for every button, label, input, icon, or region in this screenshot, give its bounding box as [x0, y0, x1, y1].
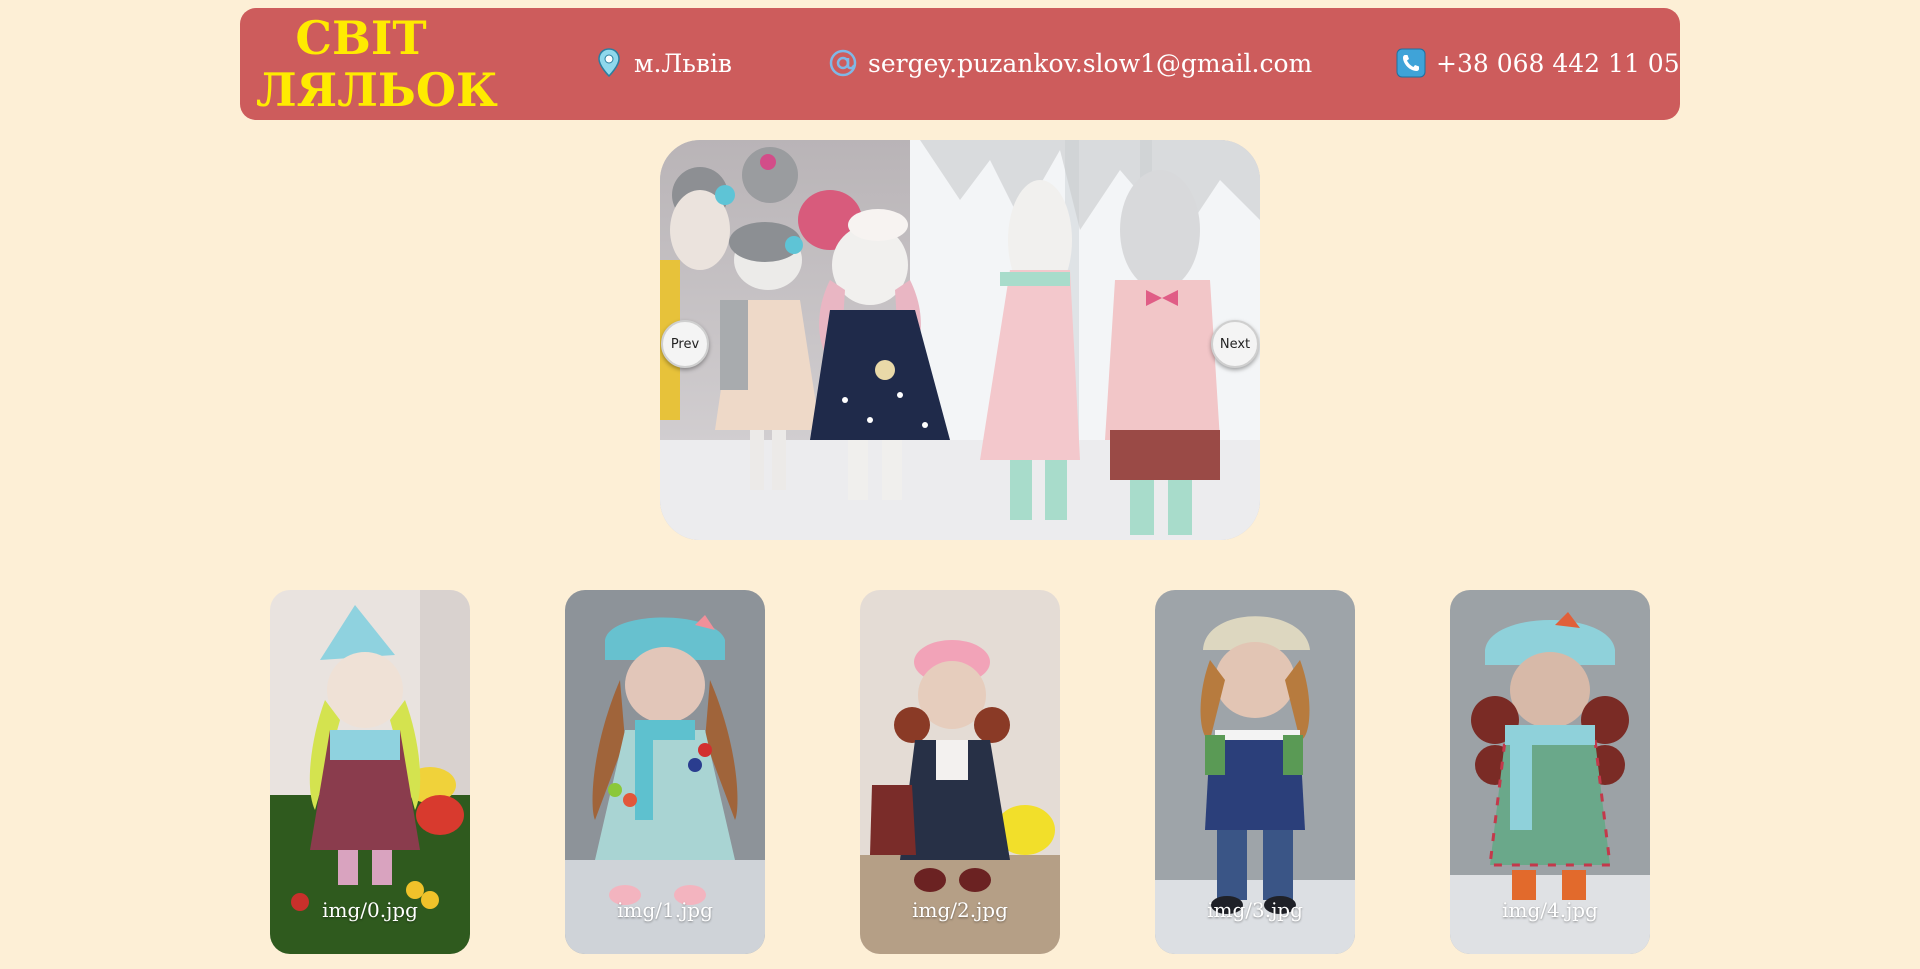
gallery-item-label: img/3.jpg: [1207, 898, 1303, 922]
gallery-item[interactable]: img/1.jpg: [565, 590, 765, 954]
gallery-thumbnails: img/0.jpg img/1.jpg img/2.jpg img/3.jpg …: [0, 590, 1920, 954]
gallery-item-label: img/4.jpg: [1502, 898, 1598, 922]
gallery-item[interactable]: img/2.jpg: [860, 590, 1060, 954]
contact-phone[interactable]: +38 068 442 11 05: [1396, 46, 1680, 80]
logo-line-1: СВІТ: [295, 11, 427, 65]
at-sign-icon: [828, 48, 858, 78]
email-text: sergey.puzankov.slow1@gmail.com: [868, 48, 1313, 78]
contact-email[interactable]: sergey.puzankov.slow1@gmail.com: [828, 46, 1312, 80]
phone-icon: [1396, 48, 1426, 78]
site-header: СВІТ ЛЯЛЬОК м.Львів sergey.puzankov.slow…: [240, 8, 1680, 120]
gallery-item-label: img/1.jpg: [617, 898, 713, 922]
main-slider: Prev Next: [660, 140, 1260, 540]
phone-text: +38 068 442 11 05: [1436, 48, 1680, 78]
slider-photo: [660, 140, 1260, 540]
gallery-item[interactable]: img/0.jpg: [270, 590, 470, 954]
gallery-item[interactable]: img/3.jpg: [1155, 590, 1355, 954]
city-text: м.Львів: [634, 48, 733, 78]
logo-line-2: ЛЯЛЬОК: [256, 63, 498, 117]
contact-city: м.Львів: [594, 46, 732, 80]
gallery-item[interactable]: img/4.jpg: [1450, 590, 1650, 954]
site-logo[interactable]: СВІТ ЛЯЛЬОК: [256, 11, 498, 117]
gallery-item-label: img/0.jpg: [322, 898, 418, 922]
slider-prev-button[interactable]: Prev: [661, 320, 709, 368]
gallery-item-label: img/2.jpg: [912, 898, 1008, 922]
location-pin-icon: [594, 48, 624, 78]
slider-next-button[interactable]: Next: [1211, 320, 1259, 368]
